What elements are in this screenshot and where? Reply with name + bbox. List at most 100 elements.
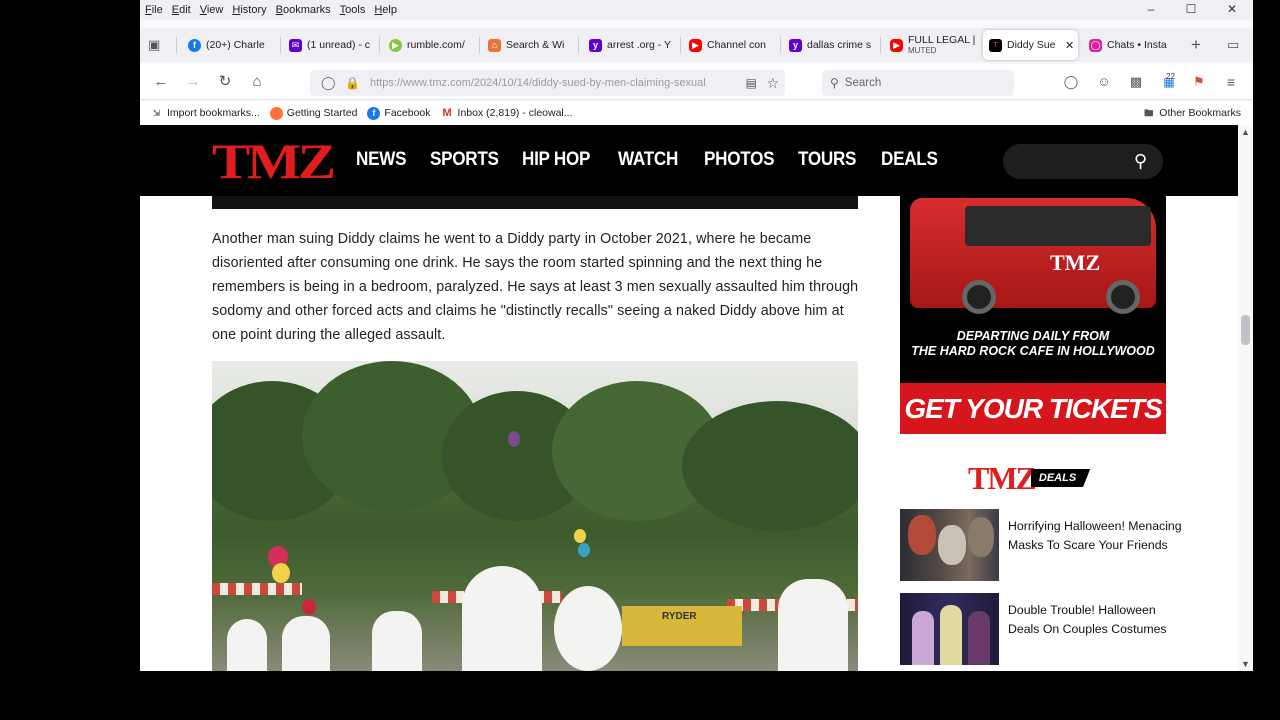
tab-3[interactable]: ▶ rumble.com/ — [389, 30, 473, 60]
url-text: https://www.tmz.com/2024/10/14/diddy-sue… — [370, 77, 706, 89]
tab-2[interactable]: ✉ (1 unread) - c — [289, 30, 373, 60]
menu-view[interactable]: View — [200, 4, 224, 16]
scrollbar-thumb[interactable] — [1241, 315, 1250, 345]
tab-muted-label: MUTED — [908, 46, 937, 55]
yahoo-icon: y — [789, 38, 802, 52]
tab-1[interactable]: f (20+) Charle — [188, 30, 274, 60]
tab-7[interactable]: y dallas crime s — [789, 30, 875, 60]
nav-news[interactable]: NEWS — [356, 149, 407, 171]
browser-window: File Edit View History Bookmarks Tools H… — [140, 0, 1253, 671]
search-icon: ⚲ — [830, 76, 839, 90]
new-tab-icon[interactable]: + — [1191, 30, 1207, 60]
deal-item[interactable]: Horrifying Halloween! Menacing Masks To … — [900, 509, 1190, 581]
reload-icon[interactable]: ↻ — [214, 72, 236, 92]
navigation-toolbar: ← → ↻ ⌂ ◯ 🔒 https://www.tmz.com/2024/10/… — [140, 64, 1253, 100]
tour-ad[interactable]: TMZ DEPARTING DAILY FROM THE HARD ROCK C… — [900, 196, 1166, 434]
site-search-input[interactable]: ⚲ — [1003, 144, 1163, 179]
deal-item[interactable]: Double Trouble! Halloween Deals On Coupl… — [900, 593, 1190, 665]
tab-5[interactable]: y arrest .org - Y — [589, 30, 675, 60]
firefox-icon — [269, 106, 283, 120]
nav-deals[interactable]: DEALS — [881, 149, 938, 171]
tmz-deals-header[interactable]: TMZ DEALS — [968, 459, 1091, 496]
minimize-icon[interactable]: – — [1136, 2, 1166, 16]
deal-thumbnail[interactable] — [900, 509, 999, 581]
tab-title: (20+) Charle — [206, 39, 265, 51]
article-photo[interactable]: RYDER — [212, 361, 858, 671]
close-tab-icon[interactable]: ✕ — [1065, 39, 1074, 52]
deal-title[interactable]: Horrifying Halloween! Menacing Masks To … — [1008, 517, 1188, 554]
menu-hamburger-icon[interactable]: ≡ — [1220, 72, 1242, 92]
menu-edit[interactable]: Edit — [172, 4, 191, 16]
announcement-icon[interactable]: ⚑ — [1188, 72, 1210, 92]
search-bar[interactable]: ⚲ Search — [822, 70, 1014, 96]
back-icon[interactable]: ← — [150, 72, 172, 92]
deal-title[interactable]: Double Trouble! Halloween Deals On Coupl… — [1008, 601, 1188, 638]
bookmark-label: Facebook — [384, 107, 431, 119]
scroll-up-icon[interactable]: ▲ — [1241, 127, 1250, 137]
nav-sports[interactable]: SPORTS — [430, 149, 499, 171]
menu-file[interactable]: File — [145, 4, 163, 16]
tab-6[interactable]: ▶ Channel con — [689, 30, 775, 60]
deals-logo: TMZ — [968, 459, 1037, 496]
bookmark-facebook[interactable]: f Facebook — [367, 106, 431, 120]
close-window-icon[interactable]: ✕ — [1217, 2, 1247, 16]
tour-bus-image: TMZ — [910, 198, 1156, 314]
gmail-icon: M — [442, 106, 452, 119]
shield-icon[interactable]: ◯ — [321, 75, 336, 91]
nav-photos[interactable]: PHOTOS — [704, 149, 775, 171]
bookmark-getting-started[interactable]: Getting Started — [269, 106, 357, 120]
url-bar[interactable]: ◯ 🔒 https://www.tmz.com/2024/10/14/diddy… — [310, 70, 785, 96]
notification-icon[interactable]: ▦ 22 — [1158, 72, 1180, 92]
import-icon: ⇲ — [152, 107, 161, 118]
tab-title: Channel con — [707, 39, 766, 51]
bookmark-import[interactable]: ⇲ Import bookmarks... — [150, 107, 260, 120]
nav-tours[interactable]: TOURS — [798, 149, 856, 171]
account-icon[interactable]: ☺ — [1093, 72, 1115, 92]
tab-10[interactable]: ◯ Chats • Insta — [1089, 30, 1173, 60]
tab-8[interactable]: ▶ FULL LEGAL | MUTED — [890, 30, 976, 60]
tab-title: arrest .org - Y — [607, 39, 671, 51]
tab-active[interactable]: T Diddy Sue ✕ — [983, 30, 1078, 60]
instagram-icon: ◯ — [1089, 38, 1102, 52]
menu-bookmarks[interactable]: Bookmarks — [276, 4, 331, 16]
nav-watch[interactable]: WATCH — [618, 149, 678, 171]
search-placeholder: Search — [844, 77, 882, 89]
pocket-icon[interactable]: ◯ — [1060, 72, 1082, 92]
bookmark-label: Other Bookmarks — [1159, 107, 1241, 119]
tab-4[interactable]: ⌂ Search & Wi — [488, 30, 572, 60]
facebook-icon: f — [188, 38, 201, 52]
media-bar — [212, 196, 858, 209]
maximize-icon[interactable]: ☐ — [1176, 2, 1206, 16]
folder-icon: 🖿 — [1144, 107, 1154, 118]
tab-overview-icon[interactable]: ▣ — [148, 30, 170, 60]
get-tickets-button[interactable]: GET YOUR TICKETS — [900, 383, 1166, 434]
bookmark-label: Inbox (2,819) - cleowal... — [457, 107, 573, 119]
forward-icon[interactable]: → — [182, 72, 204, 92]
lock-icon[interactable]: 🔒 — [345, 76, 360, 90]
bookmark-inbox[interactable]: M Inbox (2,819) - cleowal... — [441, 106, 573, 120]
scroll-down-icon[interactable]: ▼ — [1241, 659, 1250, 669]
ad-text: DEPARTING DAILY FROM THE HARD ROCK CAFE … — [900, 329, 1166, 359]
search-icon: ⚲ — [1133, 151, 1147, 171]
truck: RYDER — [622, 606, 742, 646]
search-app-icon: ⌂ — [488, 38, 501, 52]
mail-icon: ✉ — [289, 38, 302, 52]
list-tabs-icon[interactable]: ▭ — [1227, 30, 1243, 60]
menu-history[interactable]: History — [232, 4, 266, 16]
menu-tools[interactable]: Tools — [340, 4, 366, 16]
menu-help[interactable]: Help — [374, 4, 397, 16]
tmz-icon: T — [989, 38, 1002, 52]
nav-hip-hop[interactable]: HIP HOP — [522, 149, 590, 171]
reader-view-icon[interactable]: ▤ — [746, 76, 757, 90]
page-scrollbar[interactable]: ▲ ▼ — [1238, 125, 1253, 671]
extensions-icon[interactable]: ▩ — [1125, 72, 1147, 92]
article-body: Another man suing Diddy claims he went t… — [212, 196, 858, 671]
deal-thumbnail[interactable] — [900, 593, 999, 665]
tab-title: rumble.com/ — [407, 39, 465, 51]
tab-title: FULL LEGAL | — [908, 34, 976, 46]
other-bookmarks[interactable]: 🖿 Other Bookmarks — [1142, 107, 1241, 120]
home-icon[interactable]: ⌂ — [246, 72, 268, 92]
bookmark-label: Import bookmarks... — [167, 107, 260, 119]
tmz-logo[interactable]: TMZ — [212, 136, 336, 186]
bookmark-star-icon[interactable]: ☆ — [766, 75, 779, 92]
